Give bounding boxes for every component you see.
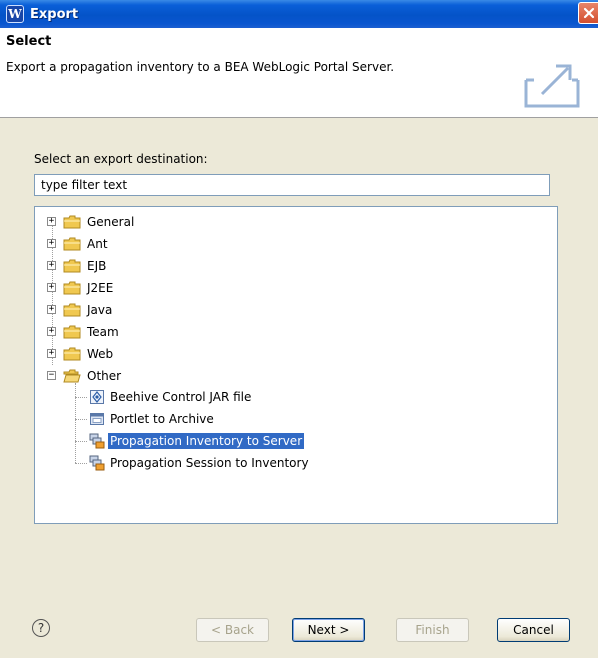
title-bar[interactable]: W Export bbox=[0, 0, 598, 28]
tree-folder-label: Team bbox=[87, 325, 119, 339]
expand-icon[interactable]: + bbox=[47, 283, 56, 292]
open-folder-icon bbox=[63, 369, 81, 383]
window-title: Export bbox=[30, 6, 79, 22]
page-description: Export a propagation inventory to a BEA … bbox=[6, 60, 395, 74]
filter-input[interactable] bbox=[34, 174, 550, 196]
tree-folder-label: EJB bbox=[87, 259, 107, 273]
tree-folder-label: J2EE bbox=[87, 281, 114, 295]
beehive-jar-icon bbox=[90, 390, 104, 404]
tree-folder-label: Other bbox=[87, 369, 122, 383]
tree-connector bbox=[75, 383, 76, 463]
tree-folder-web[interactable]: + Web bbox=[43, 344, 115, 364]
tree-connector bbox=[75, 441, 87, 442]
folder-icon bbox=[63, 325, 81, 339]
folder-icon bbox=[63, 259, 81, 273]
folder-icon bbox=[63, 347, 81, 361]
tree-connector bbox=[75, 397, 87, 398]
expand-icon[interactable]: + bbox=[47, 261, 56, 270]
tree-item-portlet-to-archive[interactable]: Portlet to Archive bbox=[89, 409, 216, 429]
destination-label: Select an export destination: bbox=[34, 152, 208, 166]
tree-item-propagation-inventory-to-server[interactable]: Propagation Inventory to Server bbox=[89, 431, 305, 451]
tree-folder-label: General bbox=[87, 215, 135, 229]
tree-connector bbox=[75, 463, 87, 464]
tree-folder-label: Ant bbox=[87, 237, 108, 251]
tree-item-beehive-control-jar[interactable]: Beehive Control JAR file bbox=[89, 387, 253, 407]
header-banner: Select Export a propagation inventory to… bbox=[0, 28, 598, 118]
help-icon[interactable]: ? bbox=[32, 619, 50, 637]
export-wizard-icon bbox=[524, 64, 580, 108]
tree-item-label: Beehive Control JAR file bbox=[110, 390, 252, 404]
weblogic-app-icon: W bbox=[6, 5, 24, 23]
expand-icon[interactable]: + bbox=[47, 239, 56, 248]
tree-folder-java[interactable]: + Java bbox=[43, 300, 114, 320]
expand-icon[interactable]: + bbox=[47, 327, 56, 336]
tree-folder-ejb[interactable]: + EJB bbox=[43, 256, 108, 276]
propagation-icon bbox=[89, 455, 105, 471]
folder-icon bbox=[63, 281, 81, 295]
tree-item-label: Propagation Inventory to Server bbox=[108, 433, 305, 449]
back-button[interactable]: < Back bbox=[196, 618, 269, 642]
close-button[interactable] bbox=[578, 2, 598, 24]
tree-folder-ant[interactable]: + Ant bbox=[43, 234, 110, 254]
expand-icon[interactable]: + bbox=[47, 349, 56, 358]
tree-item-label: Portlet to Archive bbox=[110, 412, 214, 426]
folder-icon bbox=[63, 237, 81, 251]
collapse-icon[interactable]: − bbox=[47, 371, 56, 380]
folder-icon bbox=[63, 215, 81, 229]
expand-icon[interactable]: + bbox=[47, 305, 56, 314]
expand-icon[interactable]: + bbox=[47, 217, 56, 226]
tree-folder-other[interactable]: − Other bbox=[43, 366, 123, 386]
propagation-icon bbox=[89, 433, 105, 449]
close-icon bbox=[583, 7, 594, 19]
export-dialog: W Export Select Export a propagation inv… bbox=[0, 0, 598, 658]
tree-folder-team[interactable]: + Team bbox=[43, 322, 121, 342]
tree-folder-label: Java bbox=[87, 303, 113, 317]
tree-folder-j2ee[interactable]: + J2EE bbox=[43, 278, 115, 298]
next-button[interactable]: Next > bbox=[292, 618, 365, 642]
destination-tree[interactable]: + General + Ant + EJB + J2EE + Java + Te… bbox=[34, 206, 558, 524]
tree-item-label: Propagation Session to Inventory bbox=[110, 456, 309, 470]
tree-folder-general[interactable]: + General bbox=[43, 212, 136, 232]
tree-folder-label: Web bbox=[87, 347, 114, 361]
tree-item-propagation-session-to-inventory[interactable]: Propagation Session to Inventory bbox=[89, 453, 311, 473]
page-title: Select bbox=[6, 34, 52, 49]
portlet-archive-icon bbox=[90, 413, 104, 425]
cancel-button[interactable]: Cancel bbox=[497, 618, 570, 642]
finish-button[interactable]: Finish bbox=[396, 618, 469, 642]
tree-connector bbox=[75, 419, 87, 420]
folder-icon bbox=[63, 303, 81, 317]
